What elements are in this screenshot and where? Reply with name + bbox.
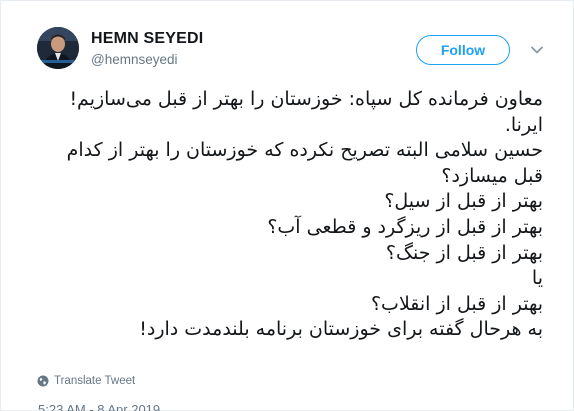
tweet-text: معاون فرمانده کل سپاه: خوزستان را بهتر ا… <box>31 87 543 343</box>
tweet-line: بهتر از قبل از جنگ؟ <box>385 241 543 264</box>
tweet-line: بهتر از قبل از انقلاب؟ <box>370 292 543 315</box>
tweet-line: معاون فرمانده کل سپاه: خوزستان را بهتر ا… <box>69 88 543 110</box>
chevron-down-icon[interactable] <box>528 41 546 59</box>
tweet-line: حسین سلامی البته تصریح نکرده که خوزستان … <box>66 139 543 162</box>
tweet-line: ایرنا. <box>504 113 543 136</box>
tweet-line: بهتر از قبل از سیل؟ <box>384 190 543 213</box>
tweet-timestamp[interactable]: 5:23 AM - 8 Apr 2019 <box>38 402 160 411</box>
user-handle[interactable]: @hemnseyedi <box>91 52 178 67</box>
avatar-image <box>37 27 79 69</box>
tweet-line: قبل میسازد؟ <box>441 164 543 187</box>
avatar[interactable] <box>37 27 79 69</box>
tweet-line: یا <box>531 267 543 290</box>
globe-icon <box>37 375 49 387</box>
tweet-line: به هرحال گفته برای خوزستان برنامه بلندمد… <box>139 318 543 341</box>
translate-label: Translate Tweet <box>54 375 136 387</box>
translate-tweet-link[interactable]: Translate Tweet <box>37 375 135 387</box>
follow-button[interactable]: Follow <box>416 35 510 65</box>
display-name[interactable]: HEMN SEYEDI <box>91 30 203 48</box>
tweet-line: بهتر از قبل از ریزگرد و قطعی آب؟ <box>267 215 543 238</box>
tweet-card: HEMN SEYEDI @hemnseyedi Follow معاون فرم… <box>0 0 574 411</box>
